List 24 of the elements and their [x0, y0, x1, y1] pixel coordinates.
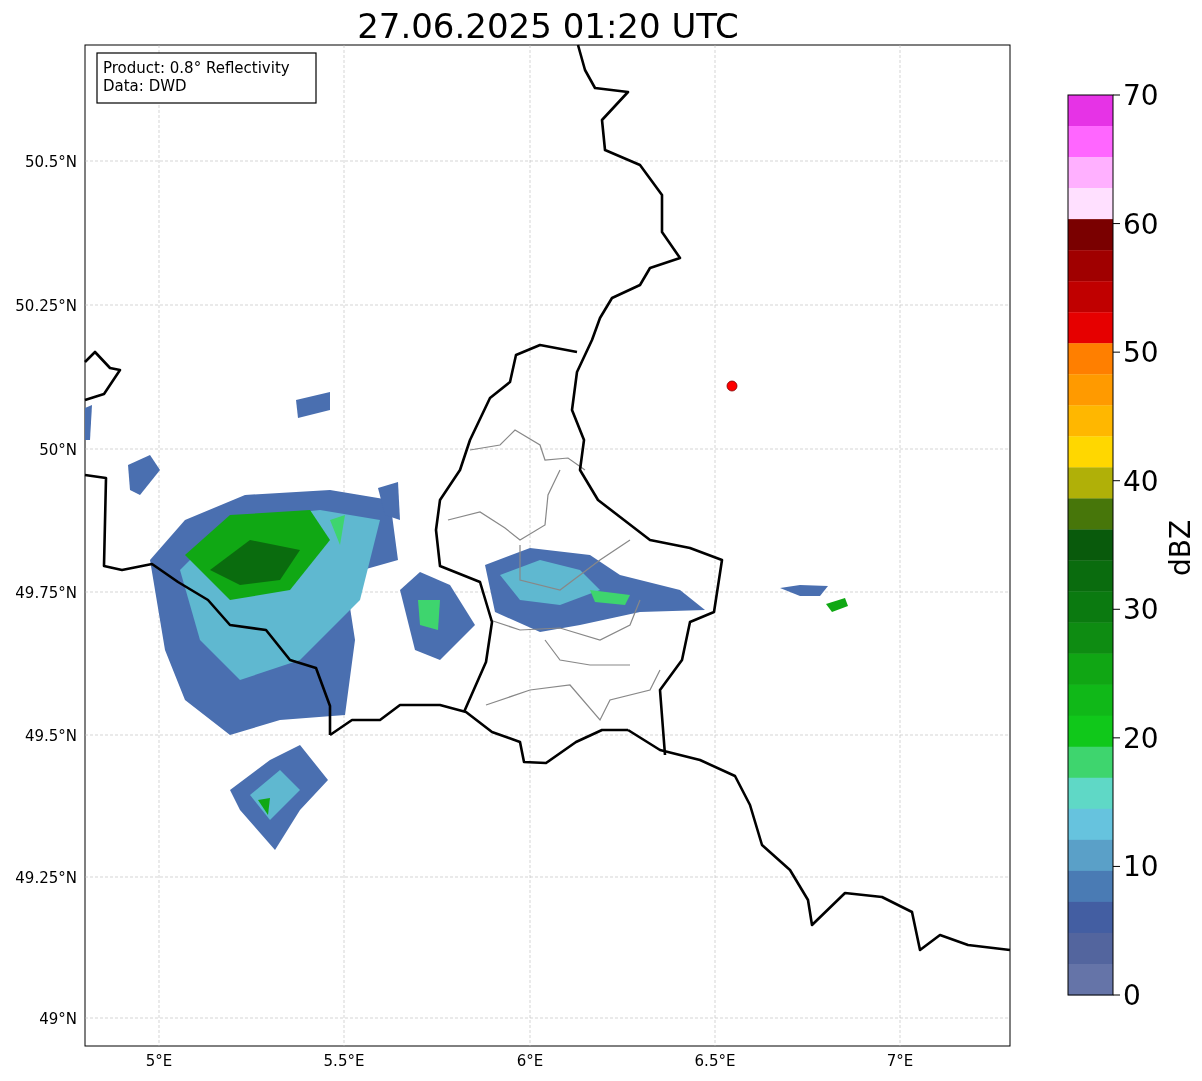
colorbar-tick-label: 40	[1123, 464, 1159, 498]
axis-tick-label: 5°E	[145, 1052, 173, 1070]
colorbar-tick-label: 20	[1123, 721, 1159, 755]
axis-tick-label: 50°N	[39, 441, 77, 459]
axis-tick-label: 7°E	[886, 1052, 914, 1070]
colorbar-tick-label: 0	[1123, 979, 1141, 1012]
axis-tick-label: 49.75°N	[15, 584, 77, 602]
colorbar-tick-label: 30	[1123, 593, 1159, 627]
axis-tick-label: 5.5°E	[323, 1052, 365, 1070]
axis-tick-label: 49°N	[39, 1010, 77, 1028]
axis-tick-label: 50.25°N	[15, 297, 77, 315]
colorbar-label: dBZ	[1164, 519, 1197, 577]
axis-tick-label: 50.5°N	[24, 153, 77, 171]
axis-tick-label: 6.5°E	[694, 1052, 736, 1070]
info-text: Product: 0.8° Reflectivity	[103, 59, 290, 77]
colorbar-tick-label: 50	[1123, 336, 1159, 370]
chart-title: 27.06.2025 01:20 UTC	[357, 6, 739, 46]
colorbar-tick-label: 60	[1123, 207, 1159, 241]
axis-tick-label: 6°E	[516, 1052, 544, 1070]
axis-tick-label: 49.5°N	[24, 727, 77, 745]
axis-tick-label: 49.25°N	[15, 869, 77, 887]
colorbar-tick-label: 70	[1123, 79, 1159, 112]
colorbar-tick-label: 10	[1123, 850, 1159, 884]
info-text: Data: DWD	[103, 77, 187, 95]
